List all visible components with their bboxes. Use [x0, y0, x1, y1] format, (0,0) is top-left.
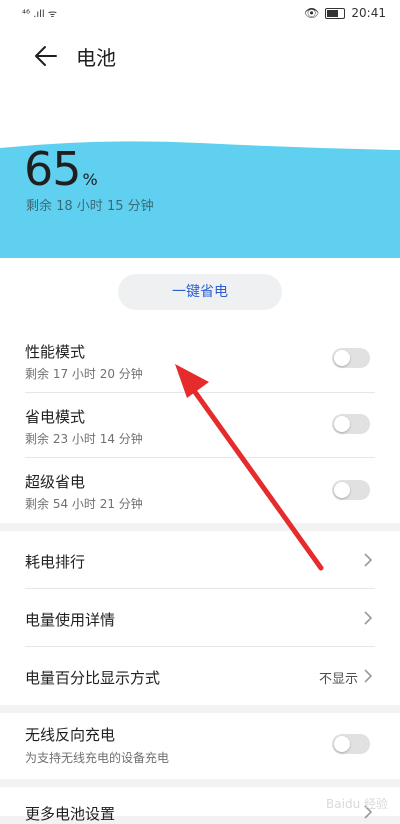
battery-percentage: 65%	[24, 142, 98, 196]
mode-row-performance[interactable]: 性能模式 剩余 17 小时 20 分钟	[0, 330, 400, 394]
clock: 20:41	[351, 6, 386, 20]
wireless-reverse-charging-panel: 无线反向充电 为支持无线充电的设备充电	[0, 713, 400, 779]
mode-title: 省电模式	[25, 408, 86, 426]
mode-subtitle: 剩余 23 小时 14 分钟	[25, 432, 143, 446]
performance-mode-toggle[interactable]	[332, 348, 370, 368]
power-modes-panel: 一键省电 性能模式 剩余 17 小时 20 分钟 省电模式 剩余 23 小时 1…	[0, 258, 400, 523]
divider	[25, 392, 375, 393]
wireless-subtitle: 为支持无线充电的设备充电	[25, 751, 170, 765]
battery-remaining-time: 剩余 18 小时 15 分钟	[26, 199, 154, 214]
menu-item-usage-details[interactable]: 电量使用详情	[0, 589, 400, 647]
wireless-reverse-charging-row[interactable]: 无线反向充电 为支持无线充电的设备充电	[0, 713, 400, 779]
signal-indicator: ⁴⁶ .ıll ᯤ	[22, 9, 58, 20]
status-bar: ⁴⁶ .ıll ᯤ 👁 20:41	[0, 0, 400, 28]
menu-item-percentage-display[interactable]: 电量百分比显示方式 不显示	[0, 647, 400, 705]
back-arrow-icon	[35, 46, 57, 66]
menu-item-label: 电量使用详情	[25, 611, 116, 629]
mode-subtitle: 剩余 54 小时 21 分钟	[25, 497, 143, 511]
menu-item-label: 电量百分比显示方式	[25, 669, 161, 687]
chevron-right-icon	[364, 669, 373, 683]
percentage-display-value: 不显示	[318, 672, 358, 687]
battery-level-card: 65% 剩余 18 小时 15 分钟	[0, 118, 400, 258]
divider	[25, 457, 375, 458]
mode-subtitle: 剩余 17 小时 20 分钟	[25, 367, 143, 381]
mode-row-ultra-saving[interactable]: 超级省电 剩余 54 小时 21 分钟	[0, 459, 400, 523]
power-saving-mode-toggle[interactable]	[332, 414, 370, 434]
status-right: 👁 20:41	[304, 6, 386, 20]
back-button[interactable]	[32, 42, 60, 70]
wireless-title: 无线反向充电	[25, 726, 116, 744]
mode-row-power-saving[interactable]: 省电模式 剩余 23 小时 14 分钟	[0, 394, 400, 458]
title-bar: 电池	[0, 28, 400, 118]
battery-status-icon	[325, 7, 346, 19]
menu-item-label: 耗电排行	[25, 553, 86, 571]
battery-menu-panel: 耗电排行 电量使用详情 电量百分比显示方式 不显示	[0, 531, 400, 705]
chevron-right-icon	[364, 611, 373, 625]
menu-item-power-ranking[interactable]: 耗电排行	[0, 531, 400, 589]
eye-icon: 👁	[304, 6, 320, 20]
chevron-right-icon	[364, 553, 373, 567]
watermark: Baidu 经验	[326, 797, 388, 811]
one-key-save-button[interactable]: 一键省电	[118, 274, 282, 310]
ultra-power-saving-toggle[interactable]	[332, 480, 370, 500]
wireless-reverse-charging-toggle[interactable]	[332, 734, 370, 754]
menu-item-label: 更多电池设置	[25, 805, 116, 823]
mode-title: 超级省电	[25, 473, 86, 491]
page-title: 电池	[76, 46, 116, 70]
mode-title: 性能模式	[25, 343, 86, 361]
